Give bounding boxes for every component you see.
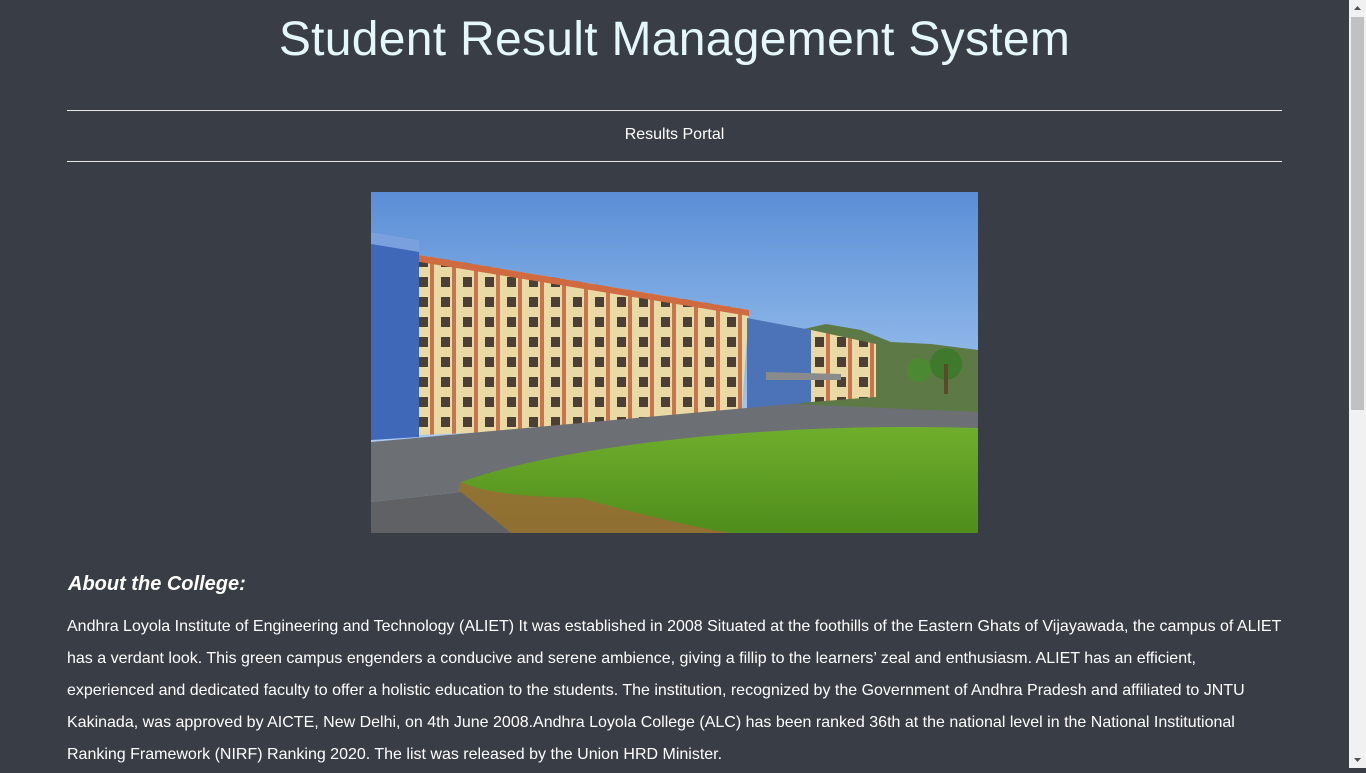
about-paragraph: Andhra Loyola Institute of Engineering a… <box>67 618 1282 763</box>
page: Student Result Management System Results… <box>0 0 1349 768</box>
campus-photo <box>371 192 978 533</box>
vertical-scrollbar[interactable] <box>1349 0 1366 768</box>
about-heading: About the College: <box>68 573 246 595</box>
nav-link-results-portal[interactable]: Results Portal <box>625 126 725 143</box>
scrollbar-thumb[interactable] <box>1351 17 1364 410</box>
scroll-down-arrow-icon[interactable] <box>1349 751 1366 768</box>
site-title: Student Result Management System <box>278 13 1071 66</box>
divider-top <box>67 110 1282 111</box>
nav-bar: Results Portal <box>67 125 1282 145</box>
divider-bottom <box>67 161 1282 162</box>
scroll-up-arrow-icon[interactable] <box>1349 0 1366 17</box>
